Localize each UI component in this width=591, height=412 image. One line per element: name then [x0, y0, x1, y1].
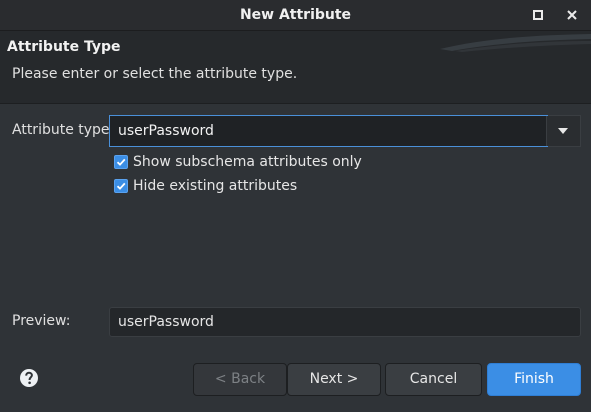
back-button[interactable]: < Back [193, 363, 287, 396]
next-button[interactable]: Next > [287, 363, 381, 396]
new-attribute-dialog: New Attribute Attribute Type Please ente… [0, 0, 591, 412]
wizard-header: Attribute Type Please enter or select th… [0, 31, 591, 104]
attribute-type-label: Attribute type: [12, 122, 115, 138]
preview-label: Preview: [12, 313, 71, 329]
show-subschema-checkbox[interactable] [114, 155, 128, 169]
attribute-type-input[interactable] [109, 115, 548, 147]
show-subschema-label: Show subschema attributes only [133, 154, 362, 170]
cancel-button[interactable]: Cancel [385, 363, 482, 396]
page-description: Please enter or select the attribute typ… [12, 66, 298, 82]
checkmark-icon [116, 182, 126, 190]
window-title: New Attribute [239, 7, 352, 23]
finish-button[interactable]: Finish [487, 363, 581, 396]
chevron-down-icon[interactable] [546, 116, 580, 146]
attribute-type-combo [109, 115, 581, 147]
close-icon[interactable] [564, 7, 580, 23]
help-icon[interactable] [19, 368, 39, 388]
hide-existing-checkbox[interactable] [114, 179, 128, 193]
maximize-icon[interactable] [530, 7, 546, 23]
page-title: Attribute Type [7, 39, 121, 55]
hide-existing-label: Hide existing attributes [133, 178, 298, 194]
preview-field: userPassword [109, 307, 581, 337]
checkmark-icon [116, 158, 126, 166]
title-bar: New Attribute [0, 0, 591, 31]
